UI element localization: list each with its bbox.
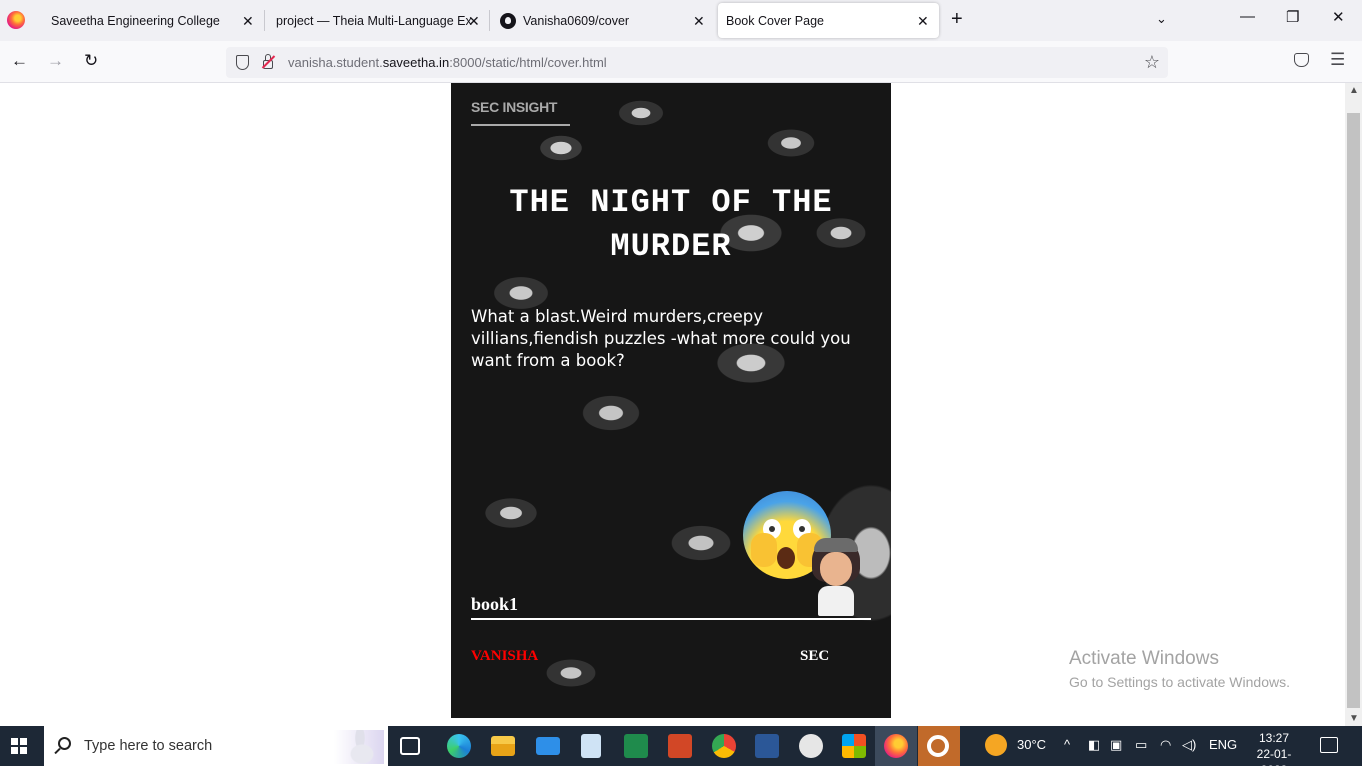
emoji-hand-icon: [751, 533, 777, 567]
pocket-icon[interactable]: [1294, 53, 1309, 67]
file-explorer-icon[interactable]: [491, 736, 515, 756]
book-cover: SEC INSIGHT THE NIGHT OF THE MURDER What…: [451, 83, 891, 718]
tab-label: project — Theia Multi-Language Ex: [276, 13, 472, 28]
bookmark-star-icon[interactable]: ☆: [1144, 52, 1160, 73]
forward-button[interactable]: →: [47, 51, 64, 71]
chrome-icon[interactable]: [712, 734, 736, 758]
scroll-up-arrow-icon[interactable]: ▲: [1349, 85, 1359, 96]
tab-saveetha[interactable]: Saveetha Engineering College ✕: [40, 0, 264, 41]
edge-icon[interactable]: [447, 734, 471, 758]
tab-label: Book Cover Page: [726, 13, 824, 28]
url-host: saveetha.in: [382, 55, 450, 70]
firefox-logo-icon: [7, 11, 25, 29]
publisher-name: SEC: [800, 648, 830, 664]
search-placeholder: Type here to search: [84, 738, 213, 754]
brand-underline: [471, 124, 570, 126]
battery-icon[interactable]: ▭: [1135, 737, 1147, 753]
tab-label: Vanisha0609/cover: [523, 13, 630, 28]
address-bar[interactable]: vanisha.student.saveetha.in:8000/static/…: [226, 47, 1168, 78]
close-tab-icon[interactable]: ✕: [693, 14, 705, 28]
tab-bar: Saveetha Engineering College ✕ project —…: [0, 0, 1362, 41]
weather-temperature[interactable]: 30°C: [1017, 737, 1046, 752]
watermark-title: Activate Windows: [1069, 648, 1219, 669]
settings-icon[interactable]: [927, 735, 949, 757]
store-icon[interactable]: [842, 734, 866, 758]
close-tab-icon[interactable]: ✕: [468, 14, 480, 28]
word-icon[interactable]: [755, 734, 779, 758]
meet-now-icon[interactable]: ◧: [1088, 737, 1100, 753]
system-clock[interactable]: 13:27 22-01-2023: [1244, 730, 1304, 766]
tab-project[interactable]: project — Theia Multi-Language Ex ✕: [265, 0, 489, 41]
clock-time: 13:27: [1258, 731, 1290, 745]
url-suffix: :8000/static/html/cover.html: [449, 55, 607, 70]
close-window-button[interactable]: ✕: [1332, 8, 1345, 26]
list-all-tabs-button[interactable]: ⌄: [1156, 11, 1167, 27]
taskbar-search-box[interactable]: Type here to search: [44, 726, 388, 766]
screen-capture-icon[interactable]: ▣: [1110, 737, 1122, 753]
notification-center-icon[interactable]: [1320, 737, 1338, 753]
girl-sticker-icon: [808, 538, 864, 618]
show-hidden-icons-icon[interactable]: ^: [1064, 737, 1070, 752]
page-viewport: SEC INSIGHT THE NIGHT OF THE MURDER What…: [0, 83, 1345, 726]
brand-label: SEC INSIGHT: [471, 99, 558, 115]
task-view-icon[interactable]: [400, 737, 420, 755]
notepad-icon[interactable]: [581, 734, 601, 758]
search-highlight-bunny-icon: [334, 730, 384, 764]
wifi-icon[interactable]: ◠: [1160, 737, 1171, 753]
mail-icon[interactable]: [536, 737, 560, 755]
volume-icon[interactable]: ◁): [1182, 737, 1196, 753]
tab-github[interactable]: Vanisha0609/cover ✕: [490, 0, 714, 41]
url-prefix: vanisha.student.: [288, 55, 383, 70]
app-menu-button[interactable]: ☰: [1330, 50, 1345, 70]
windows-taskbar: Type here to search 30°C ^ ◧ ▣ ▭ ◠ ◁) EN…: [0, 726, 1362, 766]
back-button[interactable]: ←: [11, 51, 28, 71]
watermark-subtitle: Go to Settings to activate Windows.: [1069, 674, 1290, 690]
reload-button[interactable]: ↻: [84, 51, 98, 71]
github-icon: [500, 12, 516, 29]
windows-start-icon[interactable]: [11, 738, 27, 754]
insecure-connection-icon[interactable]: [261, 54, 276, 70]
activate-windows-watermark: Activate Windows Go to Settings to activ…: [1069, 648, 1290, 690]
weather-icon[interactable]: [985, 734, 1007, 756]
powerpoint-icon[interactable]: [668, 734, 692, 758]
scroll-thumb[interactable]: [1347, 113, 1360, 708]
minimize-button[interactable]: —: [1240, 8, 1255, 25]
tab-label: Saveetha Engineering College: [51, 13, 220, 28]
paint-icon[interactable]: [799, 734, 823, 758]
excel-icon[interactable]: [624, 734, 648, 758]
tracking-protection-icon[interactable]: [236, 55, 249, 70]
vertical-scrollbar[interactable]: ▲ ▼: [1345, 83, 1362, 726]
tab-book-cover[interactable]: Book Cover Page ✕: [718, 3, 939, 38]
book-blurb: What a blast.Weird murders,creepy villia…: [471, 307, 851, 370]
bottom-divider: [471, 618, 871, 620]
navigation-bar: ← → ↻ vanisha.student.saveetha.in:8000/s…: [0, 41, 1362, 83]
close-tab-icon[interactable]: ✕: [917, 14, 929, 28]
clock-date: 22-01-2023: [1256, 747, 1292, 766]
scroll-down-arrow-icon[interactable]: ▼: [1349, 713, 1359, 724]
search-icon: [58, 737, 71, 750]
close-tab-icon[interactable]: ✕: [242, 14, 254, 28]
new-tab-button[interactable]: +: [951, 8, 963, 31]
restore-button[interactable]: ❐: [1286, 8, 1299, 26]
firefox-icon[interactable]: [884, 734, 908, 758]
input-language[interactable]: ENG: [1209, 737, 1237, 752]
author-name: VANISHA: [471, 648, 539, 664]
url-text[interactable]: vanisha.student.saveetha.in:8000/static/…: [288, 55, 607, 70]
book-title: THE NIGHT OF THE MURDER: [509, 184, 833, 265]
book-label: book1: [471, 594, 519, 614]
